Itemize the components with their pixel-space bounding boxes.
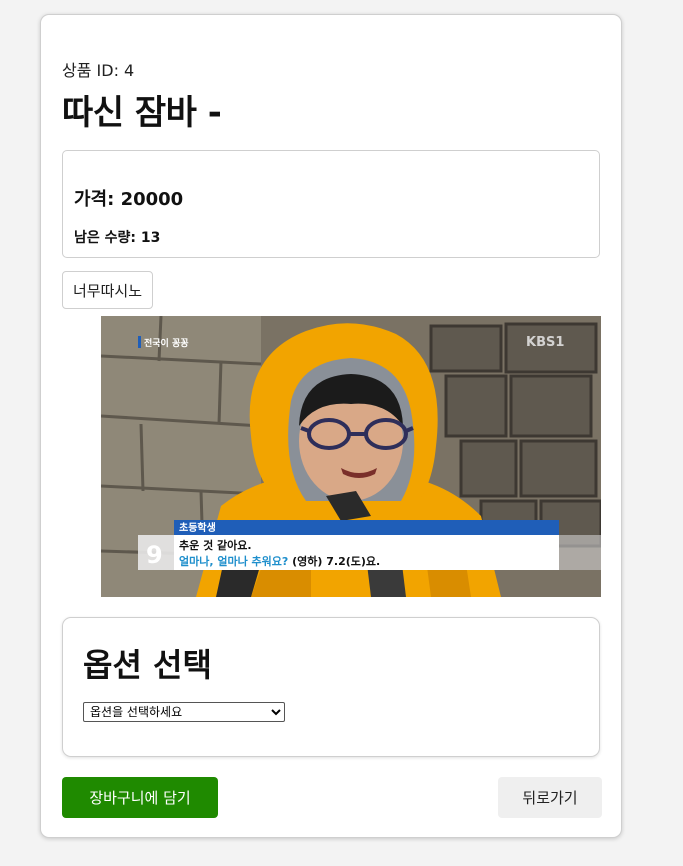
price-info-box: 가격: 20000 남은 수량: 13 — [62, 150, 600, 258]
tag-button[interactable]: 너무따시노 — [62, 271, 154, 309]
product-card: 상품 ID: 4 따신 잠바 - 가격: 20000 남은 수량: 13 너무따… — [40, 14, 622, 838]
price-text: 가격: 20000 — [74, 189, 184, 210]
product-title: 따신 잠바 - — [62, 93, 222, 133]
back-button[interactable]: 뒤로가기 — [498, 777, 602, 818]
option-select[interactable]: 옵션을 선택하세요 — [83, 702, 285, 722]
caption-channel-number: 9 — [146, 541, 163, 569]
option-title: 옵션 선택 — [83, 646, 212, 684]
caption-line-2: 얼마나, 얼마나 추워요? (영하) 7.2(도)요. — [179, 554, 380, 568]
channel-logo-text: KBS1 — [526, 335, 564, 350]
stock-text: 남은 수량: 13 — [74, 230, 161, 246]
caption-line-1: 추운 것 같아요. — [179, 538, 252, 552]
option-section: 옵션 선택 옵션을 선택하세요 — [62, 617, 600, 757]
product-image: 전국이 꽁꽁 KBS1 9 초등학생 추운 것 같아요. 얼마나, 얼마나 추워… — [101, 316, 601, 597]
product-photo-illustration: 전국이 꽁꽁 KBS1 9 초등학생 추운 것 같아요. 얼마나, 얼마나 추워… — [101, 316, 601, 597]
add-to-cart-button[interactable]: 장바구니에 담기 — [62, 777, 218, 818]
caption-name: 초등학생 — [179, 521, 216, 534]
product-id: 상품 ID: 4 — [62, 61, 135, 80]
news-logo-text: 전국이 꽁꽁 — [144, 337, 189, 349]
